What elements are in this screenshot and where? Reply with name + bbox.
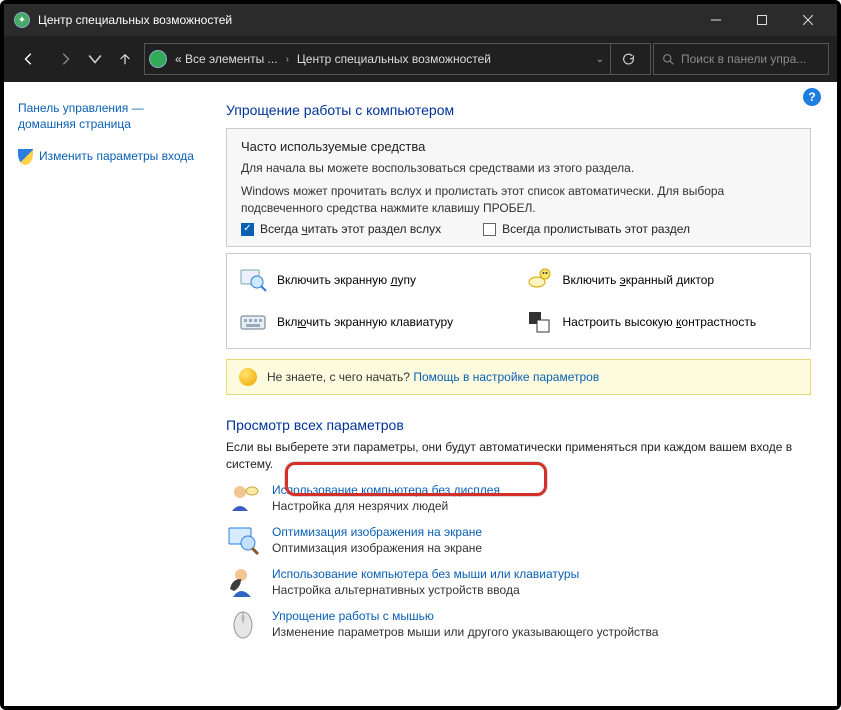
setting-no-display: Использование компьютера без дисплея Нас… — [226, 481, 811, 515]
breadcrumb-current[interactable]: Центр специальных возможностей — [295, 52, 493, 66]
shield-icon — [18, 149, 33, 165]
all-settings-intro: Если вы выберете эти параметры, они буду… — [226, 439, 811, 473]
help-icon[interactable]: ? — [803, 88, 821, 106]
tool-narrator[interactable]: Включить экранный диктор — [523, 262, 801, 298]
minimize-button[interactable] — [693, 4, 739, 36]
title-bar: ✦ Центр специальных возможностей — [4, 4, 837, 36]
setting-mouse-easier: Упрощение работы с мышью Изменение парам… — [226, 607, 811, 641]
person-alt-icon — [226, 565, 260, 599]
checkbox-read-aloud[interactable]: ✓ Всегда читать этот раздел вслух — [241, 222, 441, 236]
setting-link[interactable]: Использование компьютера без мыши или кл… — [272, 567, 579, 581]
narrator-icon — [525, 266, 553, 294]
setting-link[interactable]: Использование компьютера без дисплея — [272, 483, 500, 497]
content-area: ? Панель управления — домашняя страница … — [4, 82, 837, 706]
magnifier-icon — [239, 266, 267, 294]
quick-tools-box: Часто используемые средства Для начала в… — [226, 128, 811, 247]
setting-sub: Настройка альтернативных устройств ввода — [272, 583, 579, 597]
setting-sub: Оптимизация изображения на экране — [272, 541, 482, 555]
quick-tools-grid: Включить экранную лупу Включить экранный… — [226, 253, 811, 349]
setting-no-mouse-keyboard: Использование компьютера без мыши или кл… — [226, 565, 811, 599]
tool-label: Настроить высокую контрастность — [563, 315, 757, 329]
setting-link[interactable]: Оптимизация изображения на экране — [272, 525, 482, 539]
sidebar-home-link[interactable]: Панель управления — домашняя страница — [18, 100, 204, 132]
checkbox-label: Всегда пролистывать этот раздел — [502, 222, 690, 236]
quick-tools-heading: Часто используемые средства — [241, 139, 796, 154]
tool-label: Включить экранную клавиатуру — [277, 315, 453, 329]
monitor-magnify-icon — [226, 523, 260, 557]
search-icon — [662, 53, 675, 66]
checkbox-label: Всегда читать этот раздел вслух — [260, 222, 441, 236]
setting-link[interactable]: Упрощение работы с мышью — [272, 609, 658, 623]
hint-text: Не знаете, с чего начать? Помощь в настр… — [267, 370, 599, 384]
refresh-button[interactable] — [610, 44, 646, 74]
sidebar: Панель управления — домашняя страница Из… — [4, 82, 218, 706]
quick-tools-desc1: Для начала вы можете воспользоваться сре… — [241, 160, 796, 177]
checkbox-icon — [483, 223, 496, 236]
back-button[interactable] — [12, 42, 46, 76]
sidebar-signin-link[interactable]: Изменить параметры входа — [39, 148, 194, 164]
setting-sub: Настройка для незрячих людей — [272, 499, 500, 513]
nav-bar: « Все элементы ... › Центр специальных в… — [4, 36, 837, 82]
up-button[interactable] — [108, 42, 142, 76]
mouse-icon — [226, 607, 260, 641]
contrast-icon — [525, 308, 553, 336]
page-heading: Упрощение работы с компьютером — [226, 102, 811, 118]
chevron-down-icon[interactable]: ⌄ — [592, 54, 608, 65]
checkbox-scan[interactable]: Всегда пролистывать этот раздел — [483, 222, 690, 236]
breadcrumb-root[interactable]: « Все элементы ... — [173, 52, 280, 66]
tool-label: Включить экранный диктор — [563, 273, 715, 287]
maximize-button[interactable] — [739, 4, 785, 36]
setting-sub: Изменение параметров мыши или другого ук… — [272, 625, 658, 639]
forward-button[interactable] — [48, 42, 82, 76]
location-icon — [149, 50, 167, 68]
person-speak-icon — [226, 481, 260, 515]
app-icon: ✦ — [14, 12, 30, 28]
address-bar[interactable]: « Все элементы ... › Центр специальных в… — [144, 43, 651, 75]
quick-tools-desc2: Windows может прочитать вслух и пролиста… — [241, 183, 796, 217]
keyboard-icon — [239, 308, 267, 336]
tool-label: Включить экранную лупу — [277, 273, 416, 287]
search-box[interactable]: Поиск в панели упра... — [653, 43, 829, 75]
hint-link[interactable]: Помощь в настройке параметров — [413, 370, 599, 384]
all-settings-heading: Просмотр всех параметров — [226, 417, 811, 433]
main-panel: Упрощение работы с компьютером Часто исп… — [218, 82, 837, 706]
tool-contrast[interactable]: Настроить высокую контрастность — [523, 304, 801, 340]
search-placeholder: Поиск в панели упра... — [681, 52, 806, 66]
setting-optimize-display: Оптимизация изображения на экране Оптими… — [226, 523, 811, 557]
chevron-right-icon[interactable]: › — [282, 54, 293, 65]
tool-magnifier[interactable]: Включить экранную лупу — [237, 262, 515, 298]
lightbulb-icon — [239, 368, 257, 386]
tool-osk[interactable]: Включить экранную клавиатуру — [237, 304, 515, 340]
checkbox-icon: ✓ — [241, 223, 254, 236]
hint-bar: Не знаете, с чего начать? Помощь в настр… — [226, 359, 811, 395]
history-dropdown[interactable] — [84, 42, 106, 76]
window-title: Центр специальных возможностей — [38, 13, 232, 27]
close-button[interactable] — [785, 4, 831, 36]
